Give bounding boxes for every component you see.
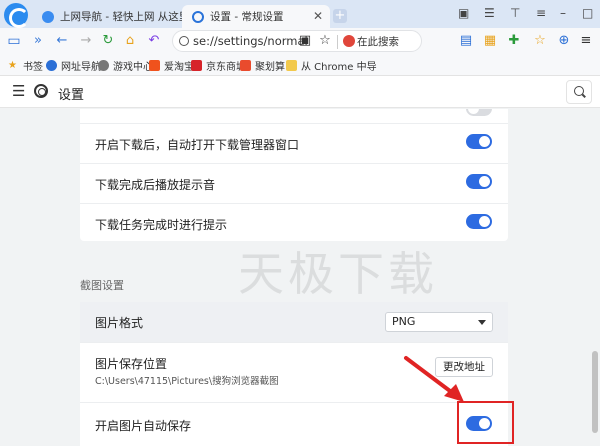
- juhuasuan-icon: [240, 60, 251, 71]
- title-bar: 上网导航 - 轻快上网 从这里开始 设置 - 常规设置 ✕ + ▣ ☰ ⊤ ≡ …: [0, 0, 600, 28]
- sidebar-toggle-icon[interactable]: ▭: [6, 33, 22, 49]
- annotation-highlight-box: [457, 401, 514, 444]
- toggle-download-complete-prompt[interactable]: [466, 214, 492, 229]
- settings-search-button[interactable]: [566, 80, 592, 104]
- row-label: 开启图片自动保存: [95, 419, 192, 433]
- watermark: 天极下载: [238, 247, 438, 301]
- toggle-open-download-manager[interactable]: [466, 134, 492, 149]
- settings-row: 下载完成后播放提示音: [80, 163, 508, 203]
- nav-icon: [46, 60, 57, 71]
- partial-toggle[interactable]: [466, 109, 492, 116]
- scrollbar-thumb[interactable]: [592, 351, 598, 433]
- save-path: C:\Users\47115\Pictures\搜狗浏览器截图: [95, 376, 279, 387]
- search-engine-icon: [343, 35, 355, 47]
- settings-row: 开启图片自动保存: [80, 402, 508, 442]
- menu-icon[interactable]: ≡: [536, 6, 546, 20]
- tab-title: 上网导航 - 轻快上网 从这里开始: [60, 11, 182, 23]
- row-label: 开启下载后，自动打开下载管理器窗口: [95, 138, 300, 152]
- bookmark-item[interactable]: ★ 书签: [8, 58, 43, 73]
- bookmark-item[interactable]: 游戏中心: [98, 58, 153, 73]
- image-format-select[interactable]: PNG: [385, 312, 493, 332]
- reload-icon[interactable]: ↻: [100, 33, 116, 49]
- bookmark-label: 聚划算: [255, 62, 285, 73]
- more-menu-icon[interactable]: ≡: [578, 33, 594, 49]
- scrollbar[interactable]: [590, 109, 600, 446]
- divider: [337, 35, 338, 49]
- bookmark-item[interactable]: 聚划算: [240, 58, 285, 73]
- grid-icon[interactable]: ▦: [482, 33, 498, 49]
- settings-row: 图片格式 PNG: [80, 302, 508, 342]
- translate-icon[interactable]: ▤: [458, 33, 474, 49]
- maximize-icon[interactable]: □: [582, 6, 593, 20]
- bookmark-label: 从 Chrome 中导: [301, 62, 377, 73]
- page-title: 设置: [58, 88, 85, 103]
- download-icon[interactable]: ⊕: [556, 33, 572, 49]
- bookmarks-bar: ★ 书签 网址导航 游戏中心 爱淘宝 京东商城 聚划算 从 Chrome 中导: [0, 54, 600, 76]
- settings-header: ☰ 设置: [0, 76, 600, 108]
- game-icon: [98, 60, 109, 71]
- back-icon[interactable]: ←: [54, 33, 70, 49]
- hamburger-menu-icon[interactable]: ☰: [12, 84, 25, 99]
- settings-row: 下载任务完成时进行提示: [80, 203, 508, 243]
- puzzle-icon[interactable]: ✚: [506, 33, 522, 49]
- bookmark-item[interactable]: 京东商城: [191, 58, 246, 73]
- row-label: 下载任务完成时进行提示: [95, 218, 228, 232]
- jd-icon: [191, 60, 202, 71]
- download-settings-card: 开启下载后，自动打开下载管理器窗口 下载完成后播放提示音 下载任务完成时进行提示: [80, 109, 508, 241]
- bookmark-label: 游戏中心: [113, 62, 153, 73]
- toolbar: ▭ » ← → ↻ ⌂ ↶ se://settings/normal ▣ ☆ 在…: [0, 28, 600, 54]
- bookmark-label: 爱淘宝: [164, 62, 194, 73]
- chevron-down-icon: [478, 320, 486, 325]
- row-label: 图片保存位置: [95, 357, 168, 371]
- undo-icon[interactable]: ↶: [146, 33, 162, 49]
- section-title: 截图设置: [80, 279, 124, 292]
- select-value: PNG: [392, 315, 416, 328]
- forward-icon[interactable]: →: [78, 33, 94, 49]
- row-label: 图片格式: [95, 316, 144, 330]
- taobao-icon: [149, 60, 160, 71]
- bookmark-item[interactable]: 网址导航: [46, 58, 101, 73]
- tab-favicon-icon: [42, 10, 54, 23]
- bookmark-item[interactable]: 爱淘宝: [149, 58, 194, 73]
- tab-close-icon[interactable]: ✕: [313, 9, 323, 23]
- search-engine-label: 在此搜索: [357, 36, 399, 48]
- row-label: 下载完成后播放提示音: [95, 178, 216, 192]
- tab-settings[interactable]: 设置 - 常规设置 ✕: [182, 5, 330, 28]
- star-icon: ★: [8, 60, 17, 71]
- address-bar[interactable]: se://settings/normal ▣ ☆ 在此搜索: [172, 30, 422, 52]
- skin-icon[interactable]: ▣: [458, 6, 469, 20]
- tab-navigation[interactable]: 上网导航 - 轻快上网 从这里开始: [32, 5, 182, 28]
- reader-icon[interactable]: ▣: [297, 33, 313, 49]
- gear-icon: [34, 84, 48, 98]
- browser-logo-icon[interactable]: [4, 3, 29, 28]
- bookmark-label: 网址导航: [61, 62, 101, 73]
- shirt-icon[interactable]: ⊤: [510, 6, 520, 20]
- folder-icon: [286, 60, 297, 71]
- toggle-play-sound[interactable]: [466, 174, 492, 189]
- double-chevron-icon[interactable]: »: [30, 33, 46, 49]
- home-icon[interactable]: ⌂: [122, 33, 138, 49]
- partial-row: [80, 109, 508, 123]
- settings-row: 开启下载后，自动打开下载管理器窗口: [80, 123, 508, 163]
- address-input[interactable]: se://settings/normal: [193, 34, 308, 48]
- favorite-icon[interactable]: ☆: [532, 33, 548, 49]
- search-icon: [179, 36, 189, 46]
- minimize-icon[interactable]: –: [560, 6, 566, 20]
- annotation-arrow-icon: [404, 356, 464, 402]
- bookmark-item[interactable]: 从 Chrome 中导: [286, 58, 377, 73]
- settings-favicon-icon: [192, 10, 204, 23]
- list-icon[interactable]: ☰: [484, 6, 495, 20]
- search-engine-selector[interactable]: 在此搜索: [343, 34, 399, 49]
- bookmark-label: 书签: [23, 62, 43, 73]
- tab-title: 设置 - 常规设置: [210, 11, 284, 23]
- new-tab-button[interactable]: +: [333, 9, 347, 23]
- star-icon[interactable]: ☆: [317, 33, 333, 49]
